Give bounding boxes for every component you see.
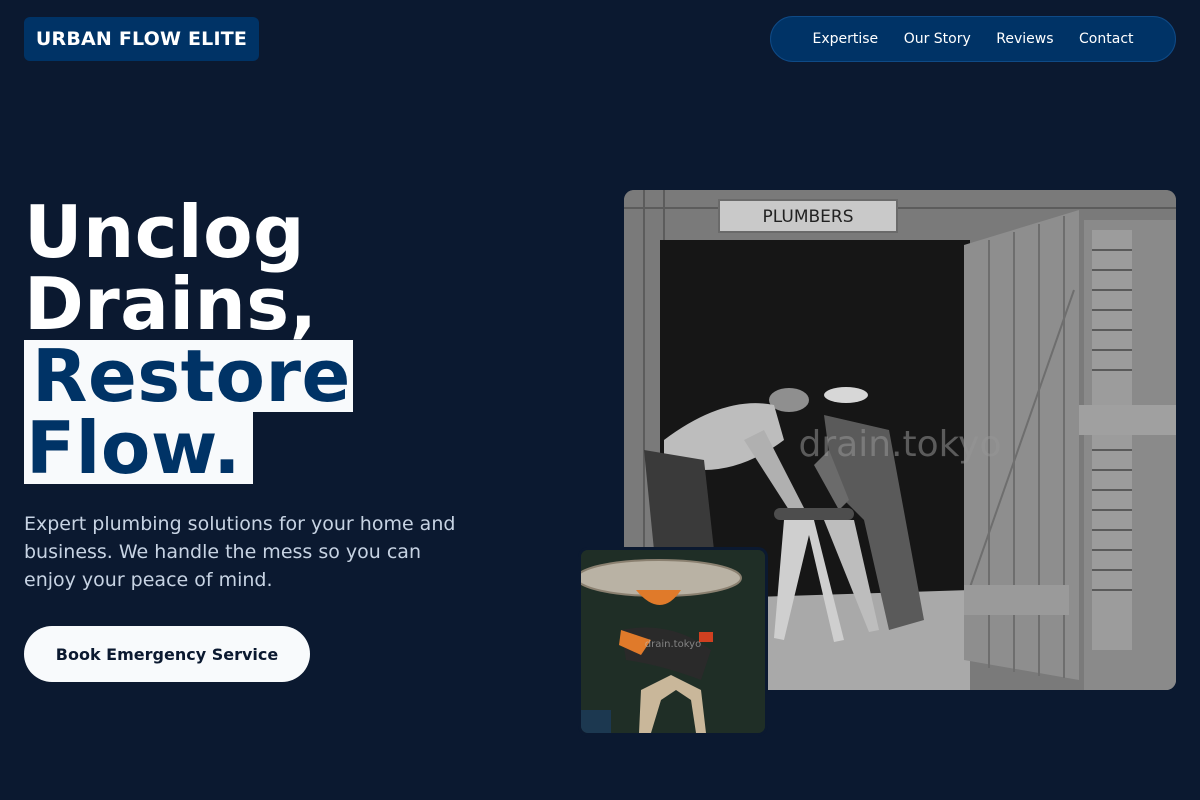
hero-title-line-4-wrap: Flow. [24, 412, 353, 484]
hero-inset-photo: drain.tokyo [578, 547, 768, 736]
hero-title: Unclog Drains, Restore Flow. [24, 196, 353, 484]
hero-title-highlight-2: Flow. [24, 412, 254, 484]
nav-link-expertise[interactable]: Expertise [813, 31, 879, 47]
main-photo-watermark: drain.tokyo [798, 424, 1001, 465]
worker-on-ladder-photo: drain.tokyo [581, 550, 765, 733]
hero-description: Expert plumbing solutions for your home … [24, 513, 456, 591]
book-emergency-service-button[interactable]: Book Emergency Service [24, 626, 310, 682]
hero-title-line-3-wrap: Restore [24, 340, 353, 412]
nav-link-reviews[interactable]: Reviews [996, 31, 1053, 47]
nav-link-our-story[interactable]: Our Story [904, 31, 971, 47]
hero-title-line-2: Drains, [24, 262, 318, 346]
main-nav: Expertise Our Story Reviews Contact [770, 16, 1176, 62]
hero-title-line-1: Unclog [24, 190, 306, 274]
page: URBAN FLOW ELITE Expertise Our Story Rev… [0, 0, 1200, 800]
inset-photo-watermark: drain.tokyo [645, 639, 701, 650]
plumbers-sign-text: PLUMBERS [763, 207, 854, 227]
logo[interactable]: URBAN FLOW ELITE [24, 17, 259, 61]
nav-link-contact[interactable]: Contact [1079, 31, 1133, 47]
hero-title-highlight-1: Restore [24, 340, 353, 412]
